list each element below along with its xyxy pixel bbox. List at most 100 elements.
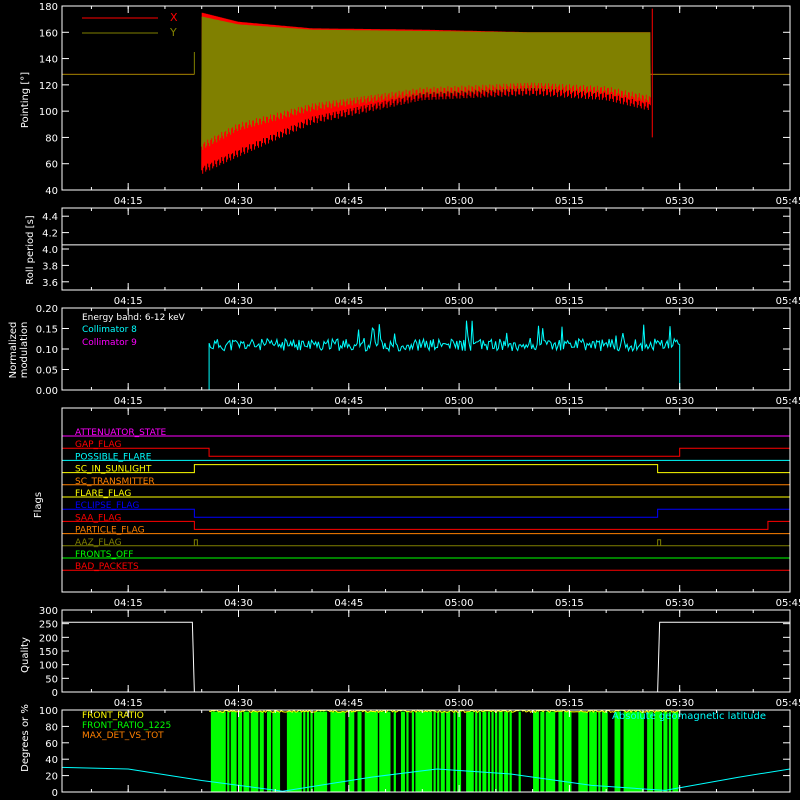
front-ratio-1225-bar: [247, 711, 250, 792]
y-tick-label: 60: [45, 739, 58, 750]
front-ratio-1225-bar: [406, 711, 409, 792]
y-tick-label: 250: [39, 620, 58, 631]
y-tick-label: 4.2: [42, 229, 58, 240]
front-ratio-1225-bar: [487, 711, 491, 792]
front-ratio-1225-bar: [429, 711, 433, 792]
legend-y-label: Y: [169, 26, 177, 39]
quality-ylabel: Quality: [20, 637, 31, 673]
front-ratio-1225-bar: [668, 711, 672, 792]
x-tick-label: 05:00: [445, 396, 474, 407]
x-tick-label: 04:45: [334, 698, 363, 709]
x-tick-label: 04:15: [114, 296, 143, 307]
x-tick-label: 04:15: [114, 698, 143, 709]
front-ratio-1225-bar: [227, 711, 230, 792]
x-tick-label: 04:45: [334, 296, 363, 307]
x-tick-label: 04:15: [114, 598, 143, 609]
x-tick-label: 04:30: [224, 396, 253, 407]
x-tick-label: 04:30: [224, 196, 253, 207]
front-ratio-1225-bar: [277, 711, 281, 792]
front-ratio-1225-bar: [458, 711, 462, 792]
x-tick-label: 05:00: [445, 598, 474, 609]
y-tick-label: 0.00: [36, 386, 58, 397]
front-ratio-1225-bar: [343, 711, 346, 792]
front-ratio-1225-bar: [659, 711, 662, 792]
legend-front-ratio-1225: FRONT_RATIO_1225: [82, 721, 171, 731]
front-ratio-1225-bar: [478, 711, 481, 792]
y-tick-label: 60: [45, 160, 58, 171]
legend-x-label: X: [170, 11, 178, 24]
x-tick-label: 05:45: [776, 396, 800, 407]
y-tick-label: 100: [39, 706, 58, 717]
pointing-ylabel: Pointing [°]: [20, 72, 31, 128]
y-tick-label: 300: [39, 606, 58, 617]
y-tick-label: 100: [39, 107, 58, 118]
y-tick-label: 3.8: [42, 261, 58, 272]
x-tick-label: 04:15: [114, 196, 143, 207]
flags-ylabel: Flags: [33, 492, 44, 518]
x-tick-label: 04:45: [334, 598, 363, 609]
front-ratio-1225-bar: [411, 711, 415, 792]
front-ratio-1225-bar: [261, 711, 264, 792]
front-ratio-1225-bar: [495, 711, 498, 792]
front-ratio-1225-bar: [509, 711, 512, 792]
x-tick-label: 05:15: [555, 396, 584, 407]
front-ratio-1225-bar: [491, 711, 494, 792]
x-tick-label: 04:45: [334, 396, 363, 407]
front-ratio-1225-bar: [375, 711, 378, 792]
y-tick-label: 0.20: [36, 304, 58, 315]
x-tick-label: 05:45: [776, 598, 800, 609]
front-ratio-1225-bar: [475, 711, 478, 792]
front-ratio-1225-bar: [518, 711, 521, 792]
front-ratio-1225-bar: [223, 711, 226, 792]
front-ratio-1225-bar: [393, 711, 396, 792]
modulation-ylabel-1: Normalized: [8, 322, 19, 379]
x-tick-label: 04:30: [224, 698, 253, 709]
front-ratio-1225-bar: [484, 711, 487, 792]
front-ratio-1225-bar: [569, 711, 572, 792]
x-tick-label: 05:45: [776, 196, 800, 207]
x-tick-label: 05:45: [776, 296, 800, 307]
y-tick-label: 4.0: [42, 245, 58, 256]
y-tick-label: 80: [45, 722, 58, 733]
front-ratio-1225-bar: [650, 711, 653, 792]
front-ratio-1225-bar: [306, 711, 310, 792]
y-tick-label: 20: [45, 772, 58, 783]
front-ratio-1225-bar: [299, 711, 302, 792]
x-tick-label: 05:30: [665, 698, 694, 709]
front-ratio-1225-bar: [453, 711, 456, 792]
x-tick-label: 04:45: [334, 196, 363, 207]
front-ratio-1225-bar: [324, 711, 328, 792]
front-ratio-1225-bar: [618, 711, 621, 792]
x-tick-label: 05:30: [665, 396, 694, 407]
front-ratio-1225-bar: [471, 711, 474, 792]
y-tick-label: 160: [39, 28, 58, 39]
x-tick-label: 05:00: [445, 698, 474, 709]
front-ratio-1225-bar: [585, 711, 588, 792]
front-ratio-1225-bar: [268, 711, 272, 792]
x-tick-label: 05:30: [665, 196, 694, 207]
front-ratio-1225-bar: [505, 711, 509, 792]
y-tick-label: 150: [39, 647, 58, 658]
y-tick-label: 0: [52, 788, 58, 799]
y-tick-label: 40: [45, 755, 58, 766]
front-ratio-1225-bar: [303, 711, 306, 792]
roll-period-ylabel: Roll period [s]: [25, 215, 36, 284]
front-ratio-1225-bar: [536, 711, 539, 792]
front-ratio-1225-bar: [388, 711, 391, 792]
y-tick-label: 0.10: [36, 345, 58, 356]
y-tick-label: 140: [39, 55, 58, 66]
front-ratio-1225-bar: [605, 711, 608, 792]
x-tick-label: 05:30: [665, 296, 694, 307]
y-tick-label: 50: [45, 674, 58, 685]
y-tick-label: 0: [52, 688, 58, 699]
x-tick-label: 05:30: [665, 598, 694, 609]
front-ratio-1225-bar: [310, 711, 313, 792]
y-tick-label: 120: [39, 81, 58, 92]
front-ratio-1225-bar: [234, 711, 237, 792]
front-ratio-1225-bar: [542, 711, 545, 792]
front-ratio-1225-bar: [402, 711, 405, 792]
x-tick-label: 05:00: [445, 196, 474, 207]
y-tick-label: 40: [45, 186, 58, 197]
x-tick-label: 05:15: [555, 698, 584, 709]
y-tick-label: 0.15: [36, 325, 58, 336]
